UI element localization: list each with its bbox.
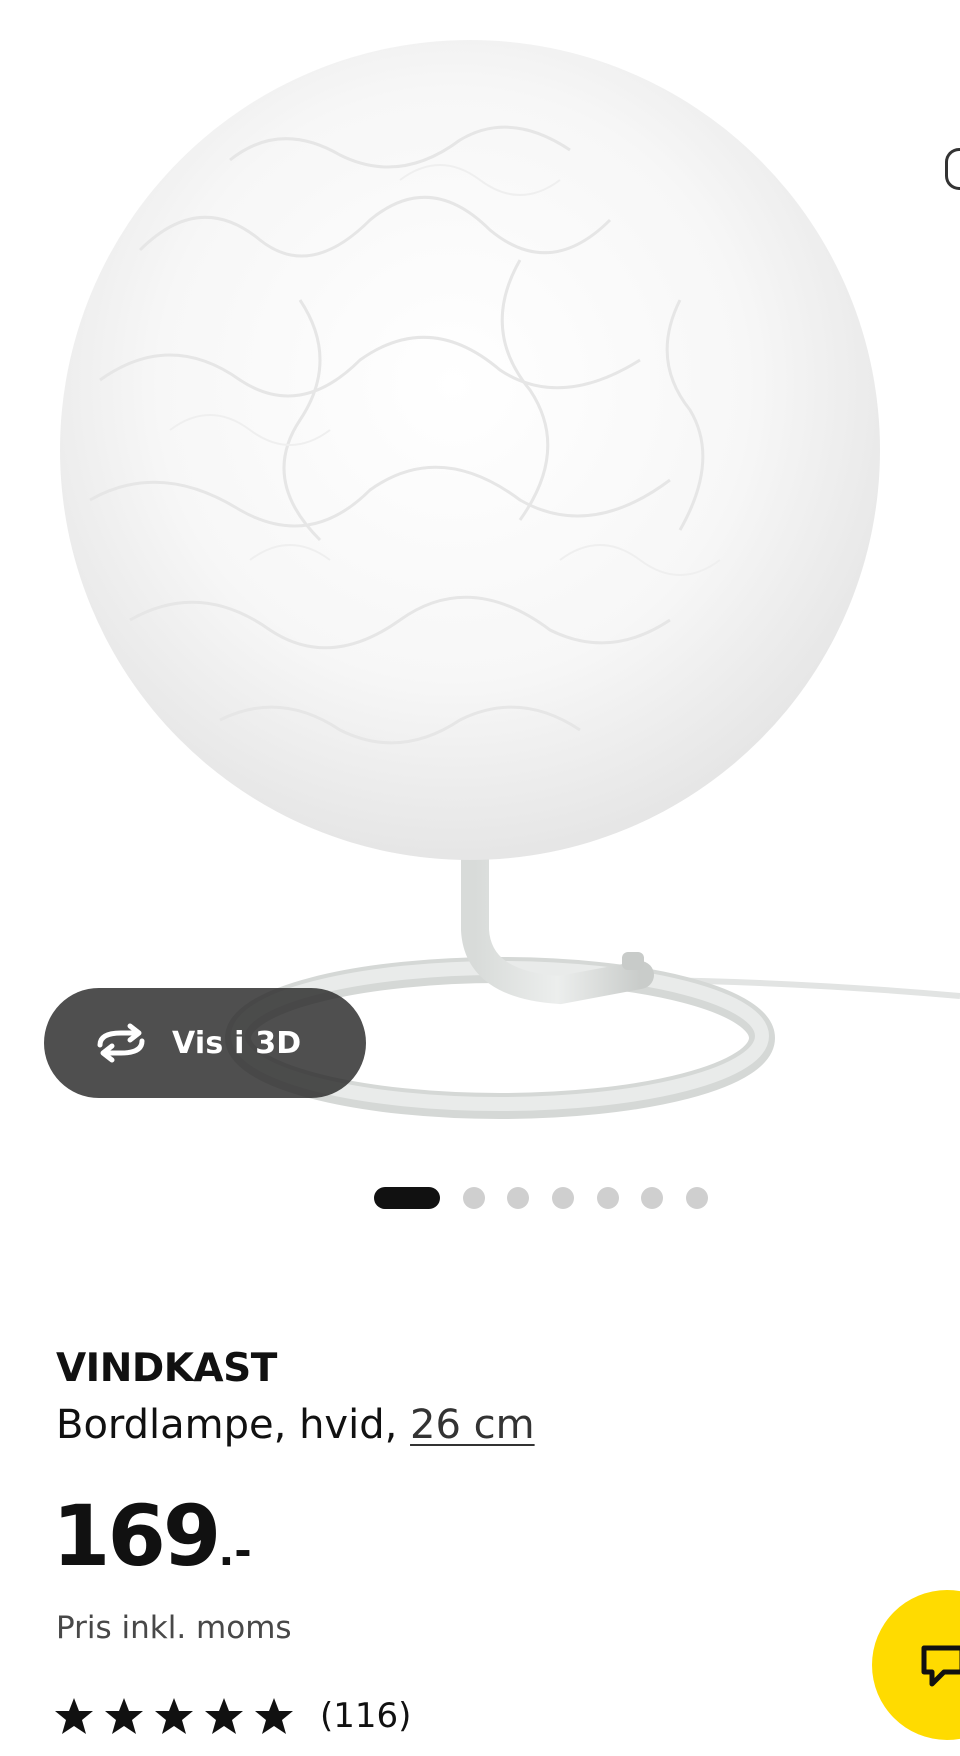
chat-bubble-icon: [921, 1645, 960, 1687]
product-image-carousel[interactable]: Vis i 3D: [0, 0, 960, 1150]
price-value: 169: [52, 1487, 221, 1585]
product-size-link[interactable]: 26 cm: [410, 1402, 535, 1448]
view-in-3d-button[interactable]: Vis i 3D: [44, 988, 366, 1098]
product-page: Vis i 3D VINDKAST Bordlampe, hvid, 26 cm…: [0, 0, 960, 1756]
carousel-dot-5[interactable]: [597, 1187, 619, 1209]
chat-button[interactable]: [872, 1590, 960, 1740]
product-description: Bordlampe, hvid, 26 cm: [56, 1402, 535, 1448]
carousel-dot-1[interactable]: [374, 1187, 440, 1209]
rating-count: (116): [320, 1696, 412, 1736]
next-image-preview[interactable]: [945, 148, 960, 190]
product-price: 169.-: [52, 1494, 252, 1578]
carousel-pagination: [0, 1186, 960, 1210]
carousel-dot-2[interactable]: [463, 1187, 485, 1209]
star-icon: [155, 1698, 193, 1734]
star-icon: [55, 1698, 93, 1734]
rotate-3d-icon: [97, 1023, 145, 1063]
carousel-dot-6[interactable]: [641, 1187, 663, 1209]
product-image: [60, 40, 960, 1119]
product-rating[interactable]: (116): [54, 1696, 411, 1736]
view-in-3d-label: Vis i 3D: [172, 1025, 302, 1061]
carousel-dot-4[interactable]: [552, 1187, 574, 1209]
product-name: VINDKAST: [56, 1346, 277, 1391]
price-suffix: .-: [218, 1526, 252, 1575]
vat-note: Pris inkl. moms: [56, 1610, 292, 1646]
carousel-dot-7[interactable]: [686, 1187, 708, 1209]
star-icon: [105, 1698, 143, 1734]
carousel-dot-3[interactable]: [507, 1187, 529, 1209]
star-icon: [205, 1698, 243, 1734]
star-icon: [255, 1698, 293, 1734]
product-type-text: Bordlampe, hvid,: [56, 1402, 398, 1448]
